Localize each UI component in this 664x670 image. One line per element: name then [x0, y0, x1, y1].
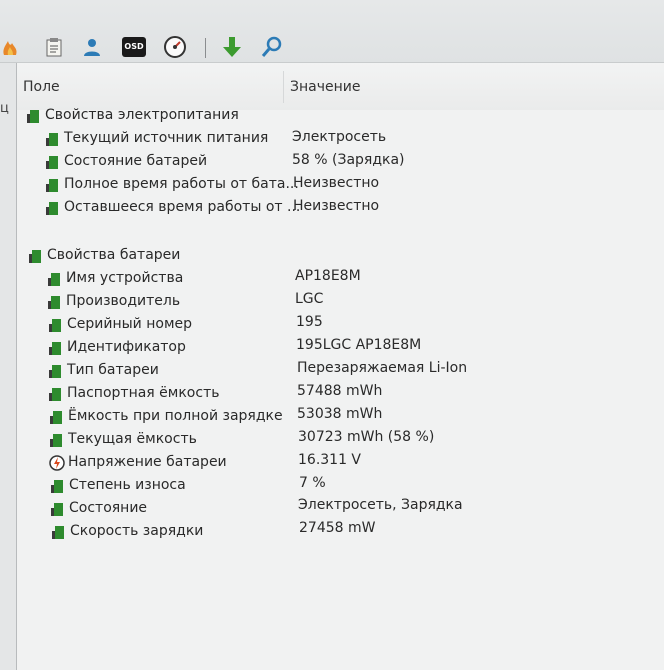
battery-icon: [50, 411, 62, 424]
group-title: Свойства батареи: [47, 247, 181, 263]
item-value: 53038 mWh: [297, 406, 383, 422]
battery-icon: [49, 319, 61, 332]
download-arrow-icon[interactable]: [220, 35, 244, 59]
fire-icon[interactable]: [0, 35, 24, 59]
item-label: Ёмкость при полной зарядке: [68, 408, 283, 424]
item-value: 7 %: [299, 475, 326, 491]
battery-group-icon: [29, 250, 41, 263]
gauge-icon[interactable]: [163, 35, 187, 59]
properties-list[interactable]: Поле Значение Свойства электропитания Те…: [17, 63, 664, 670]
item-value: 58 % (Зарядка): [292, 152, 405, 168]
column-header-value[interactable]: Значение: [290, 79, 360, 95]
item-value: Электросеть, Зарядка: [298, 497, 463, 513]
battery-icon: [46, 133, 58, 146]
item-label: Полное время работы от бата...: [64, 176, 299, 192]
battery-icon: [46, 179, 58, 192]
item-value: AP18E8M: [295, 268, 361, 284]
battery-icon: [51, 480, 63, 493]
item-value: Перезаряжаемая Li-Ion: [297, 360, 468, 376]
battery-icon: [51, 503, 63, 516]
item-value: 57488 mWh: [297, 383, 383, 399]
battery-icon: [49, 342, 61, 355]
user-icon[interactable]: [80, 35, 104, 59]
battery-icon: [48, 296, 60, 309]
toolbar-separator: [205, 38, 206, 58]
item-value: 30723 mWh (58 %): [298, 429, 435, 445]
left-panel-edge[interactable]: ц: [0, 63, 17, 670]
item-label: Имя устройства: [66, 270, 184, 286]
item-label: Текущая ёмкость: [68, 431, 197, 447]
column-header-field[interactable]: Поле: [23, 79, 60, 95]
item-value: 195LGC AP18E8M: [296, 337, 422, 353]
item-label: Состояние: [69, 500, 148, 516]
item-value: 195: [296, 314, 323, 330]
group-title: Свойства электропитания: [45, 107, 239, 123]
battery-icon: [46, 202, 58, 215]
battery-icon: [49, 365, 61, 378]
item-label: Степень износа: [69, 477, 186, 493]
battery-icon: [49, 388, 61, 401]
search-icon[interactable]: [260, 35, 284, 59]
osd-icon[interactable]: OSD: [122, 37, 146, 57]
column-divider[interactable]: [283, 71, 284, 103]
battery-icon: [48, 273, 60, 286]
item-label: Состояние батарей: [64, 153, 208, 169]
item-value: Неизвестно: [293, 198, 380, 214]
item-label: Серийный номер: [67, 316, 193, 332]
battery-group-icon: [27, 110, 39, 123]
item-label: Оставшееся время работы от ...: [64, 199, 301, 215]
battery-icon: [46, 156, 58, 169]
toolbar: OSD: [0, 0, 664, 63]
battery-icon: [52, 526, 64, 539]
item-value: LGC: [295, 291, 324, 307]
item-value: 16.311 V: [298, 452, 362, 468]
item-label: Скорость зарядки: [70, 523, 204, 539]
voltage-icon: [49, 455, 65, 471]
battery-icon: [50, 434, 62, 447]
item-label: Тип батареи: [67, 362, 159, 378]
item-label: Напряжение батареи: [68, 454, 227, 470]
item-label: Идентификатор: [67, 339, 186, 355]
item-label: Производитель: [66, 293, 181, 309]
report-icon[interactable]: [42, 35, 66, 59]
item-label: Паспортная ёмкость: [67, 385, 220, 401]
left-panel-text: ц: [0, 101, 9, 116]
list-header: Поле Значение: [17, 63, 664, 110]
item-value: 27458 mW: [299, 520, 376, 536]
item-value: Неизвестно: [293, 175, 380, 191]
item-value: Электросеть: [292, 129, 387, 145]
item-label: Текущий источник питания: [64, 130, 269, 146]
osd-label: OSD: [124, 42, 144, 51]
